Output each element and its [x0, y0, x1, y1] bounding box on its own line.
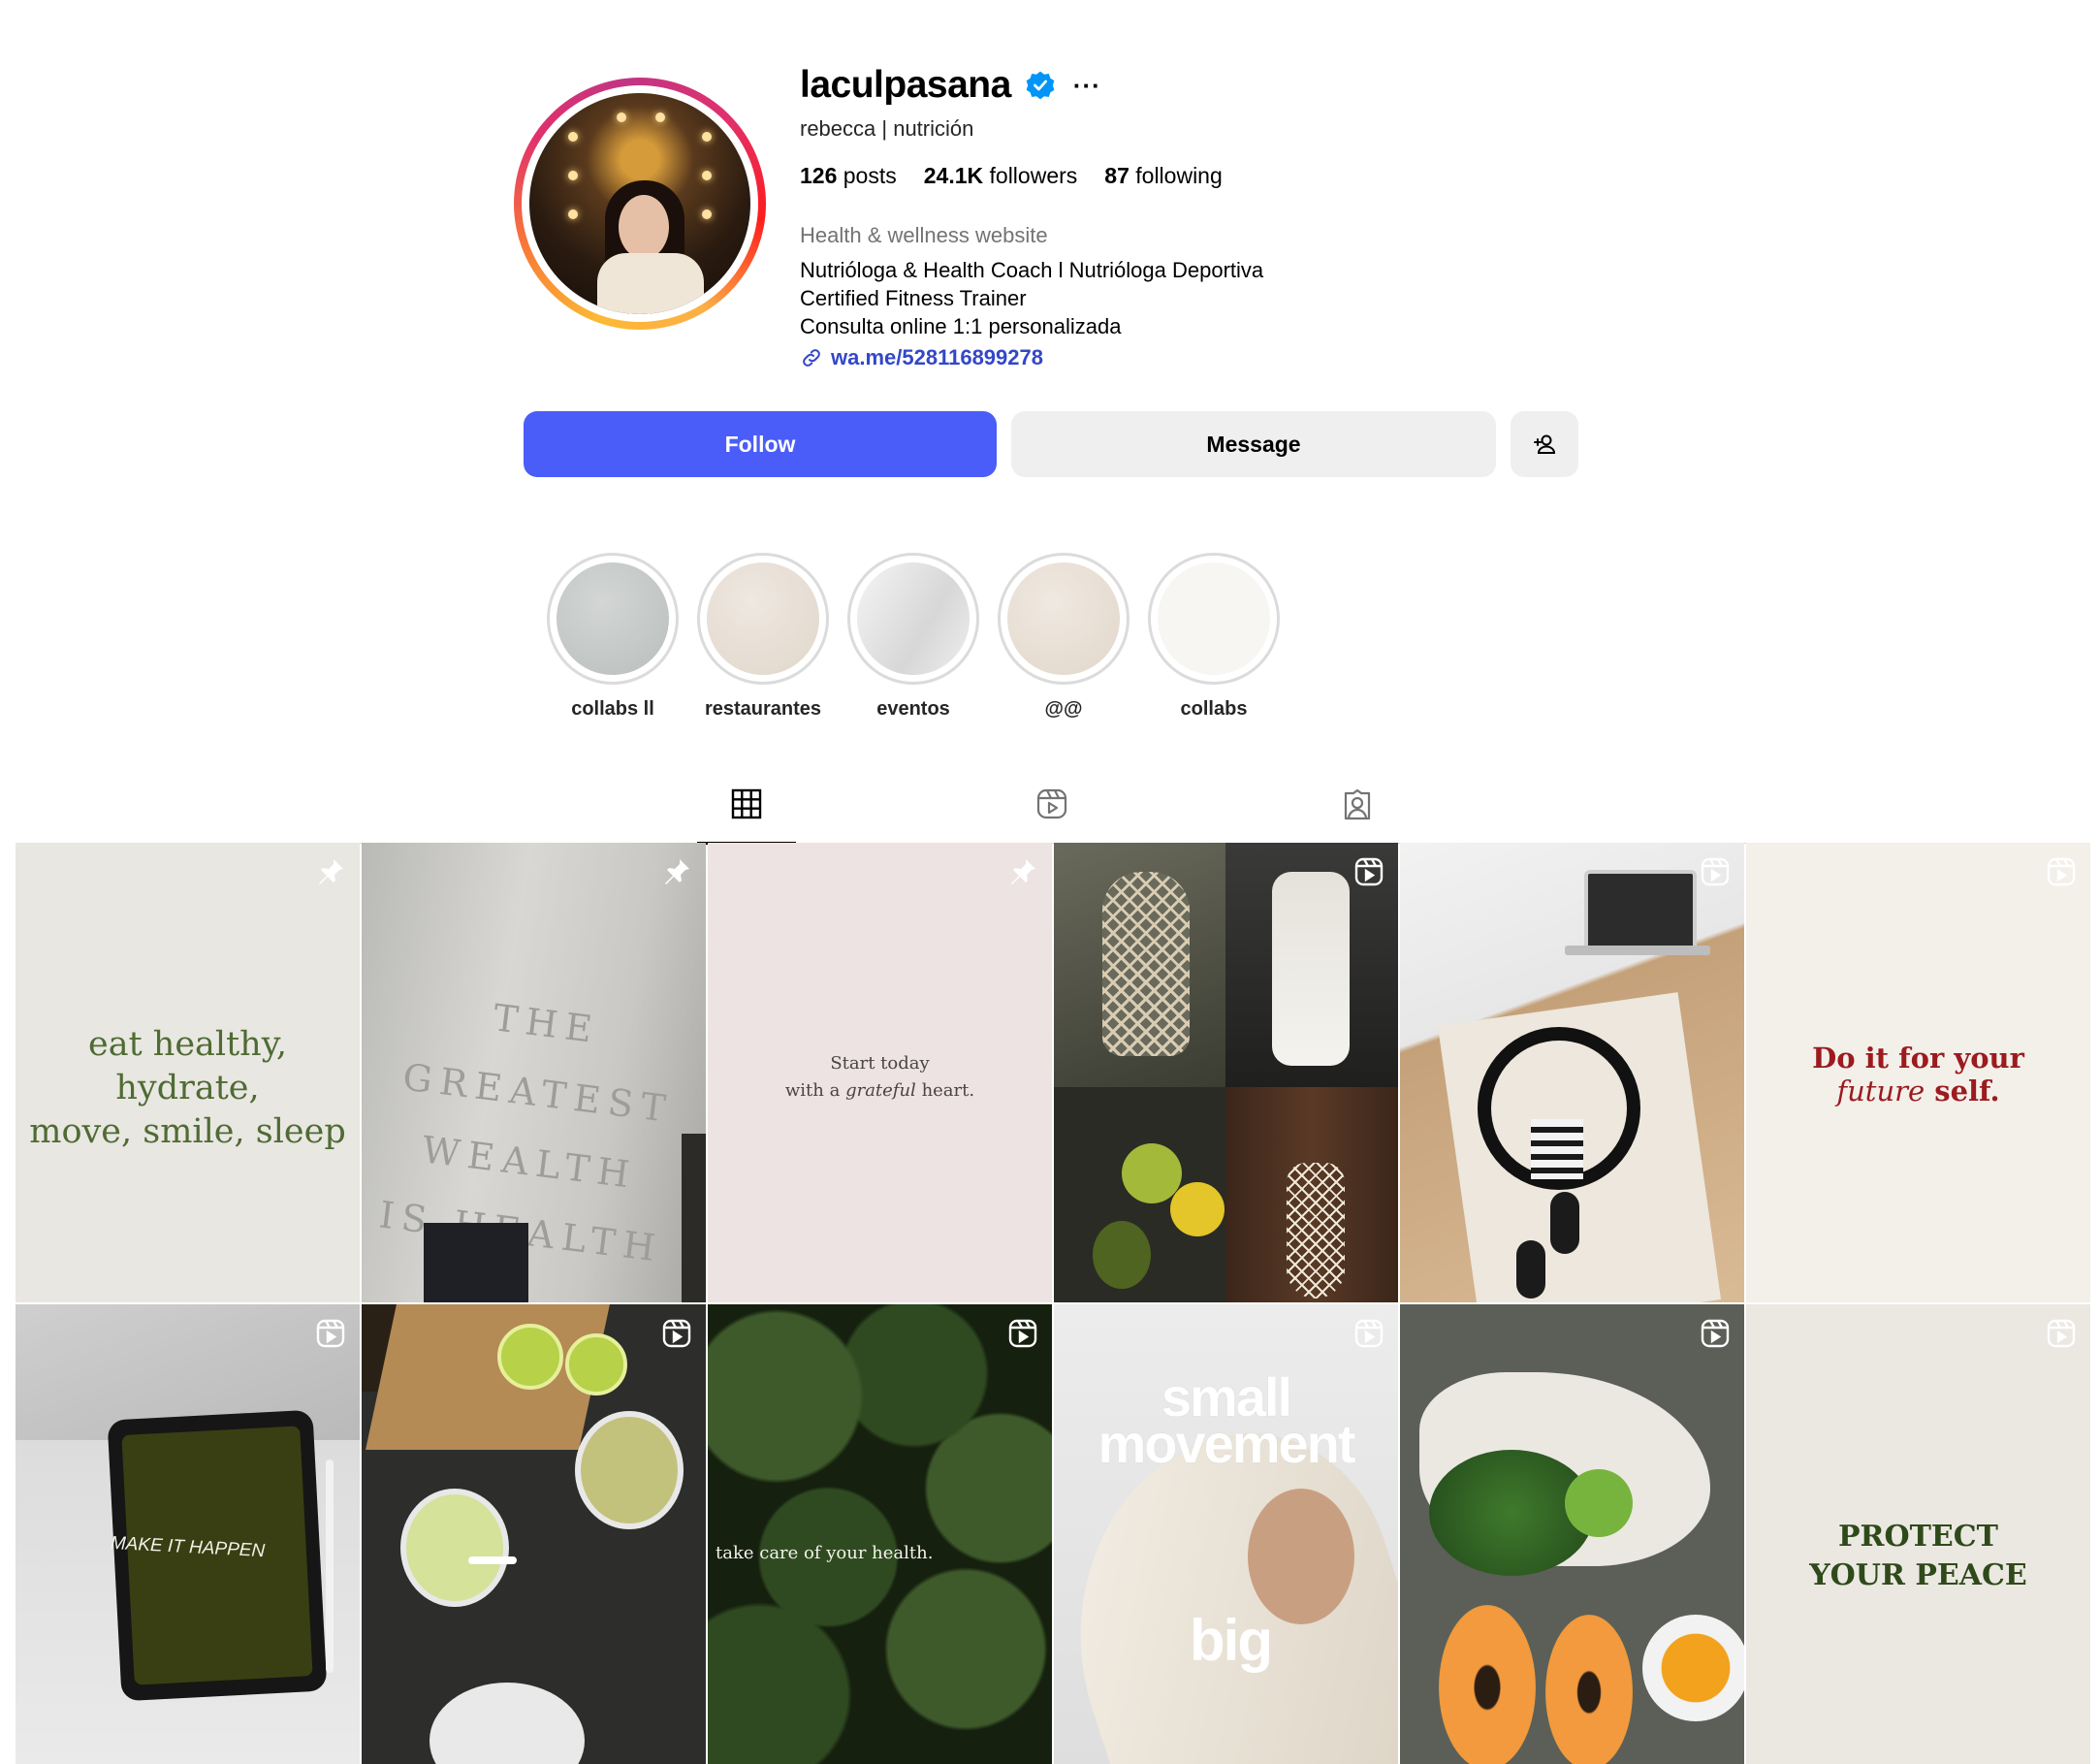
suggest-user-button[interactable]	[1511, 411, 1578, 477]
post-text: movement	[1098, 1413, 1355, 1474]
post-tile[interactable]: PROTECT YOUR PEACE	[1746, 1304, 2090, 1764]
post-text: big	[1190, 1608, 1273, 1673]
reel-icon	[1701, 857, 1730, 886]
reel-icon	[316, 1319, 345, 1348]
bio-line: Consulta online 1:1 personalizada	[800, 314, 1122, 338]
highlight-collabs[interactable]: collabs	[1148, 553, 1280, 721]
grid-icon	[731, 788, 762, 819]
post-tile[interactable]	[1400, 1304, 1744, 1764]
profile-stats: 126 posts 24.1K followers 87 following	[800, 163, 1223, 189]
reel-icon	[2047, 1319, 2076, 1348]
pin-icon	[665, 859, 689, 884]
profile-category: Health & wellness website	[800, 223, 1048, 247]
posts-count-stat: 126 posts	[800, 163, 897, 188]
more-options-button[interactable]: ···	[1073, 73, 1101, 98]
reel-icon	[662, 1319, 691, 1348]
highlight-collabs-ll[interactable]: collabs ll	[547, 553, 679, 721]
post-text: YOUR PEACE	[1809, 1558, 2027, 1592]
reel-icon	[1008, 1319, 1037, 1348]
bio-line: Certified Fitness Trainer	[800, 286, 1027, 310]
bio-line: Nutrióloga & Health Coach l Nutrióloga D…	[800, 258, 1264, 282]
reel-icon	[1701, 1319, 1730, 1348]
post-text: THE GREATEST WEALTH	[399, 996, 676, 1198]
profile-link-text[interactable]: wa.me/528116899278	[831, 345, 1043, 370]
post-tile[interactable]: MAKE IT HAPPEN	[16, 1304, 360, 1764]
post-text: move, smile, sleep	[29, 1112, 346, 1151]
profile-avatar[interactable]	[514, 78, 766, 330]
followers-stat[interactable]: 24.1K followers	[924, 163, 1078, 189]
username-row: laculpasana ···	[800, 62, 1101, 109]
follow-button[interactable]: Follow	[524, 411, 997, 477]
post-tile[interactable]	[362, 1304, 706, 1764]
tagged-icon	[1344, 788, 1371, 820]
person-add-icon	[1534, 434, 1556, 454]
post-text: PROTECT	[1837, 1520, 1998, 1554]
verified-badge-icon	[1026, 71, 1055, 100]
post-tile[interactable]: THE GREATEST WEALTH IS HEALTH	[362, 843, 706, 1302]
tab-reels[interactable]	[1002, 787, 1101, 844]
username: laculpasana	[800, 64, 1011, 106]
link-icon	[803, 349, 820, 367]
post-text: eat healthy, hydrate,	[88, 1025, 287, 1107]
post-text: Do it for your	[1812, 1042, 2024, 1074]
highlight-label: eventos	[876, 698, 950, 720]
post-tile[interactable]: eat healthy, hydrate, move, smile, sleep	[16, 843, 360, 1302]
profile-link[interactable]: wa.me/528116899278	[800, 345, 1043, 370]
reel-icon	[1354, 857, 1384, 886]
reels-icon	[1036, 788, 1067, 819]
tab-posts[interactable]	[697, 787, 796, 845]
post-tile[interactable]: Do it for your future self.	[1746, 843, 2090, 1302]
post-tile[interactable]	[1054, 843, 1398, 1302]
post-text: Start today	[830, 1053, 930, 1074]
reel-icon	[2047, 857, 2076, 886]
pin-icon	[1011, 859, 1035, 884]
message-button[interactable]: Message	[1011, 411, 1496, 477]
profile-bio: Nutrióloga & Health Coach l Nutrióloga D…	[800, 256, 1263, 340]
highlight-label: collabs	[1180, 698, 1248, 720]
post-tile[interactable]: Start today with a grateful heart.	[708, 843, 1052, 1302]
highlight-eventos[interactable]: eventos	[847, 553, 979, 721]
tab-tagged[interactable]	[1308, 787, 1407, 844]
avatar-photo	[529, 93, 750, 314]
highlight-label: @@	[1044, 698, 1083, 720]
post-tile[interactable]: take care of your health.	[708, 1304, 1052, 1764]
following-stat[interactable]: 87 following	[1104, 163, 1222, 189]
highlight-at-at[interactable]: @@	[998, 553, 1130, 721]
highlight-label: collabs ll	[571, 698, 654, 720]
pin-icon	[319, 859, 343, 884]
reel-icon	[1354, 1319, 1384, 1348]
post-tile[interactable]: small movement big	[1054, 1304, 1398, 1764]
full-name: rebecca | nutrición	[800, 116, 974, 141]
post-tile[interactable]	[1400, 843, 1744, 1302]
highlight-restaurantes[interactable]: restaurantes	[697, 553, 829, 721]
post-text: take care of your health.	[716, 1543, 934, 1563]
highlight-label: restaurantes	[704, 698, 822, 720]
